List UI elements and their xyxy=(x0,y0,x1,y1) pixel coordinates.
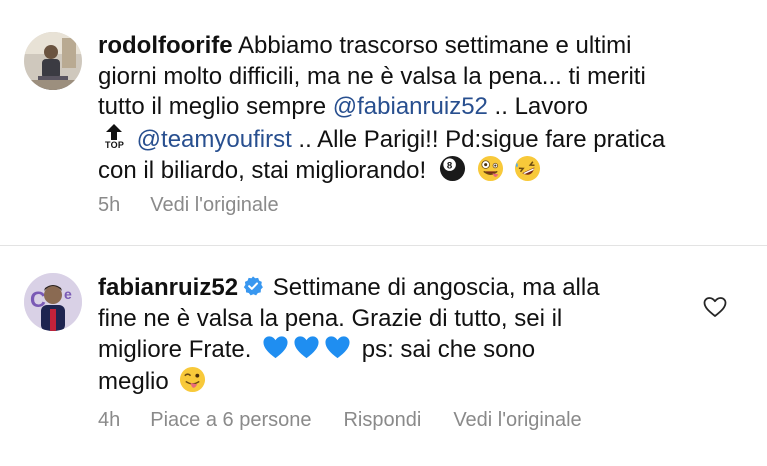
comment-username[interactable]: fabianruiz52 xyxy=(98,274,238,301)
svg-text:8: 8 xyxy=(447,161,453,172)
comment-username[interactable]: rodolfoorife xyxy=(98,32,233,59)
comment-text-line: Abbiamo trascorso settimane e ultimi xyxy=(238,32,632,59)
top-icon-label: TOP xyxy=(105,139,125,150)
zany-face-icon xyxy=(477,155,503,182)
comment-time: 5h xyxy=(98,194,121,216)
comment-time: 4h xyxy=(98,409,121,431)
top-icon: TOP xyxy=(98,123,130,153)
mention-link[interactable]: @teamyoufirst xyxy=(137,126,292,153)
comment-text-line: giorni molto difficili, ma ne è valsa la… xyxy=(98,62,646,90)
reply-button[interactable]: Rispondi xyxy=(343,409,421,432)
comment-meta: 4h Piace a 6 persone Rispondi Vedi l'ori… xyxy=(98,409,614,432)
comment-text: rodolfoorife Abbiamo trascorso settimane… xyxy=(98,31,698,187)
eight-ball-icon: 8 xyxy=(439,155,465,182)
comment-text-line: fine ne è valsa la pena. Grazie di tutto… xyxy=(98,304,563,332)
divider xyxy=(0,245,767,246)
comment-text-line: tutto il meglio sempre xyxy=(98,93,333,120)
svg-text:e: e xyxy=(64,286,72,302)
avatar[interactable]: C e xyxy=(24,273,82,331)
blue-heart-icon xyxy=(294,336,319,359)
blue-heart-icon xyxy=(263,336,288,359)
blue-heart-icon xyxy=(325,336,350,359)
verified-badge-icon xyxy=(243,276,263,296)
comment-text: fabianruiz52 Settimane di angoscia, ma a… xyxy=(98,273,698,397)
comment-text-line: .. Alle Parigi!! Pd:sigue fare pratica xyxy=(291,125,666,153)
see-original-button[interactable]: Vedi l'originale xyxy=(453,409,581,432)
rolling-laughing-icon xyxy=(515,155,541,182)
comment-text-line: con il biliardo, stai migliorando! xyxy=(98,157,427,184)
comment-text-line: .. Lavoro xyxy=(487,93,588,120)
like-heart-icon[interactable] xyxy=(703,296,727,318)
winking-tongue-face-icon xyxy=(180,366,206,392)
mention-link[interactable]: @fabianruiz52 xyxy=(333,93,488,120)
see-original-button[interactable]: Vedi l'originale xyxy=(150,194,278,217)
comment-text-line: migliore Frate. xyxy=(98,336,252,363)
comment-text-line: ps: sai che sono xyxy=(361,336,536,363)
comment-text-line: Settimane di angoscia, ma alla xyxy=(272,274,600,301)
likes-count-link[interactable]: Piace a 6 persone xyxy=(150,409,311,432)
comment-text-line: meglio xyxy=(98,367,169,395)
avatar[interactable] xyxy=(24,32,82,90)
comment-meta: 5h Vedi l'originale xyxy=(98,194,311,217)
